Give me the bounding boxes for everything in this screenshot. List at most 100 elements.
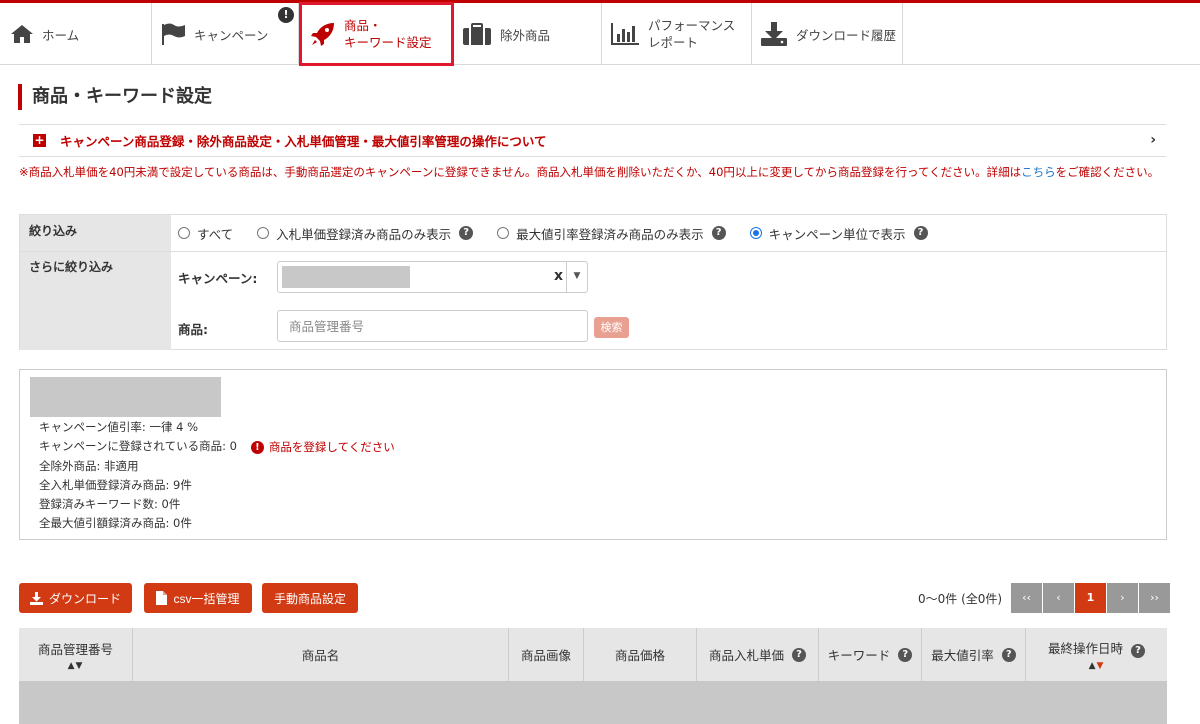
- keyword-count: 登録済みキーワード数: 0件: [39, 497, 181, 511]
- registered-products-row: キャンペーンに登録されている商品: 0 ! 商品を登録してください: [39, 437, 395, 457]
- radio-bid-registered[interactable]: 入札単価登録済み商品のみ表示 ?: [257, 224, 474, 243]
- radio-circle[interactable]: [257, 227, 270, 239]
- help-icon[interactable]: ?: [898, 647, 913, 662]
- bid-registered-products: 全入札単価登録済み商品: 9件: [39, 478, 192, 492]
- help-icon[interactable]: ?: [711, 226, 726, 240]
- radio-max-discount-registered[interactable]: 最大値引率登録済み商品のみ表示 ?: [497, 224, 726, 243]
- filter-label: 絞り込み: [20, 215, 171, 251]
- radio-circle[interactable]: [178, 227, 190, 239]
- alert-badge: !: [278, 7, 294, 23]
- nav-item-download-history[interactable]: ダウンロード履歴: [752, 3, 903, 65]
- manual-product-button[interactable]: 手動商品設定: [262, 583, 358, 613]
- product-search-input[interactable]: [277, 310, 588, 342]
- help-icon[interactable]: ?: [1001, 647, 1016, 662]
- notice-text: ※商品入札単価を40円未満で設定している商品は、手動商品選定のキャンペーンに登録…: [19, 165, 1022, 179]
- chevron-right-icon: ›: [1150, 132, 1156, 148]
- column-bid-price: 商品入札単価 ?: [697, 628, 819, 681]
- column-product-price: 商品価格: [584, 628, 697, 681]
- nav-item-campaign[interactable]: キャンペーン !: [152, 3, 299, 65]
- csv-bulk-button[interactable]: csv一括管理: [144, 583, 252, 613]
- details-link[interactable]: こちら: [1021, 165, 1056, 179]
- file-icon: [156, 591, 168, 605]
- flag-icon: [160, 22, 186, 46]
- help-icon[interactable]: ?: [792, 647, 806, 662]
- product-label: 商品:: [178, 322, 208, 337]
- registered-products: キャンペーンに登録されている商品: 0: [39, 439, 237, 453]
- help-icon[interactable]: ?: [913, 226, 928, 240]
- column-label: 最終操作日時: [1047, 641, 1123, 656]
- filter-row: 絞り込み すべて 入札単価登録済み商品のみ表示 ? 最大値引率登録済み商品のみ表…: [20, 215, 1166, 252]
- page-first-button[interactable]: ‹‹: [1011, 583, 1042, 613]
- clear-selection-icon[interactable]: x: [554, 268, 563, 284]
- page-prev-button[interactable]: ‹: [1043, 583, 1074, 613]
- nav-item-excluded[interactable]: 除外商品: [454, 3, 602, 65]
- nav-item-products-keywords[interactable]: 商品・ キーワード設定: [299, 2, 454, 66]
- pagination: ‹‹ ‹ 1 › ››: [1011, 583, 1171, 613]
- discount-rate: キャンペーン値引率: 一律 4 %: [39, 420, 199, 434]
- nav-item-performance-report[interactable]: パフォーマンス レポート: [602, 3, 752, 65]
- nav-label-line1: パフォーマンス: [648, 18, 736, 33]
- campaign-title-redacted: [30, 377, 221, 417]
- column-last-updated[interactable]: 最終操作日時? ▲▼: [1026, 628, 1167, 681]
- rocket-icon: [310, 21, 336, 47]
- operations-guide-accordion[interactable]: + キャンペーン商品登録・除外商品設定・入札単価管理・最大値引率管理の操作につい…: [19, 124, 1166, 157]
- page-current-button[interactable]: 1: [1075, 583, 1106, 613]
- radio-label: 入札単価登録済み商品のみ表示: [276, 226, 452, 242]
- nav-label-line1: 商品・: [344, 18, 382, 33]
- bid-price-notice: ※商品入札単価を40円未満で設定している商品は、手動商品選定のキャンペーンに登録…: [19, 164, 1169, 181]
- radio-label: すべて: [197, 226, 234, 242]
- download-label: ダウンロード: [48, 591, 121, 606]
- column-product-id[interactable]: 商品管理番号 ▲▼: [19, 628, 133, 681]
- nav-label-products-keywords: 商品・ キーワード設定: [344, 17, 432, 51]
- alert-icon: !: [250, 441, 264, 454]
- nav-label-home: ホーム: [42, 27, 80, 43]
- product-table-header: 商品管理番号 ▲▼ 商品名 商品画像 商品価格 商品入札単価 ? キーワード ?…: [19, 628, 1167, 681]
- sort-up-icon: ▲: [1088, 661, 1097, 671]
- register-warning: ! 商品を登録してください: [250, 438, 395, 457]
- column-label: 商品管理番号: [37, 641, 113, 657]
- column-label: 最大値引率: [931, 648, 994, 663]
- radio-all[interactable]: すべて: [178, 224, 233, 243]
- download-icon: [760, 21, 788, 47]
- campaign-label: キャンペーン:: [178, 271, 258, 286]
- nav-label-performance-report: パフォーマンス レポート: [648, 17, 735, 51]
- nav-label-line2: キーワード設定: [344, 35, 432, 50]
- nav-item-home[interactable]: ホーム: [0, 3, 152, 65]
- campaign-name-redacted: [282, 266, 410, 288]
- column-label-row: 最終操作日時?: [1048, 638, 1145, 658]
- sort-down-active-icon: ▼: [1096, 661, 1105, 671]
- page-next-button[interactable]: ›: [1107, 583, 1138, 613]
- manual-product-label: 手動商品設定: [273, 591, 346, 606]
- page-last-button[interactable]: ››: [1139, 583, 1170, 613]
- accordion-title: キャンペーン商品登録・除外商品設定・入札単価管理・最大値引率管理の操作について: [60, 134, 547, 149]
- sort-arrows-icon[interactable]: ▲▼: [68, 661, 84, 671]
- csv-bulk-label: csv一括管理: [173, 591, 240, 606]
- help-icon[interactable]: ?: [1131, 644, 1145, 658]
- column-label: キーワード: [827, 648, 891, 663]
- briefcase-icon: [462, 22, 492, 46]
- nav-label-excluded: 除外商品: [500, 27, 551, 43]
- help-icon[interactable]: ?: [459, 226, 474, 240]
- search-button[interactable]: 検索: [594, 317, 629, 338]
- main-nav: ホーム キャンペーン ! 商品・ キーワード設定 除外商品 パフォーマンス レポ…: [0, 2, 1200, 66]
- column-max-discount: 最大値引率 ?: [922, 628, 1026, 681]
- caret-down-icon[interactable]: ▼: [566, 262, 587, 292]
- radio-label: キャンペーン単位で表示: [768, 226, 906, 242]
- refine-label: さらに絞り込み: [20, 252, 171, 350]
- radio-circle-selected[interactable]: [749, 227, 762, 239]
- column-product-name: 商品名: [133, 628, 509, 681]
- bar-chart-icon: [610, 21, 640, 47]
- radio-by-campaign[interactable]: キャンペーン単位で表示 ?: [749, 224, 928, 243]
- result-count: 0〜0件 (全0件): [918, 592, 1003, 606]
- notice-text-end: をご確認ください。: [1055, 165, 1160, 179]
- campaign-stats: キャンペーン値引率: 一律 4 % キャンペーンに登録されている商品: 0 ! 商品…: [39, 418, 395, 533]
- download-button[interactable]: ダウンロード: [19, 583, 132, 613]
- radio-label: 最大値引率登録済み商品のみ表示: [516, 226, 704, 242]
- sort-arrows-icon[interactable]: ▲▼: [1089, 661, 1105, 671]
- column-label: 商品名: [301, 648, 340, 663]
- campaign-select[interactable]: x ▼: [277, 261, 588, 293]
- column-label: 商品価格: [614, 648, 665, 663]
- table-body-redacted: [19, 681, 1167, 724]
- nav-label-campaign: キャンペーン: [194, 27, 269, 43]
- radio-circle[interactable]: [497, 227, 510, 239]
